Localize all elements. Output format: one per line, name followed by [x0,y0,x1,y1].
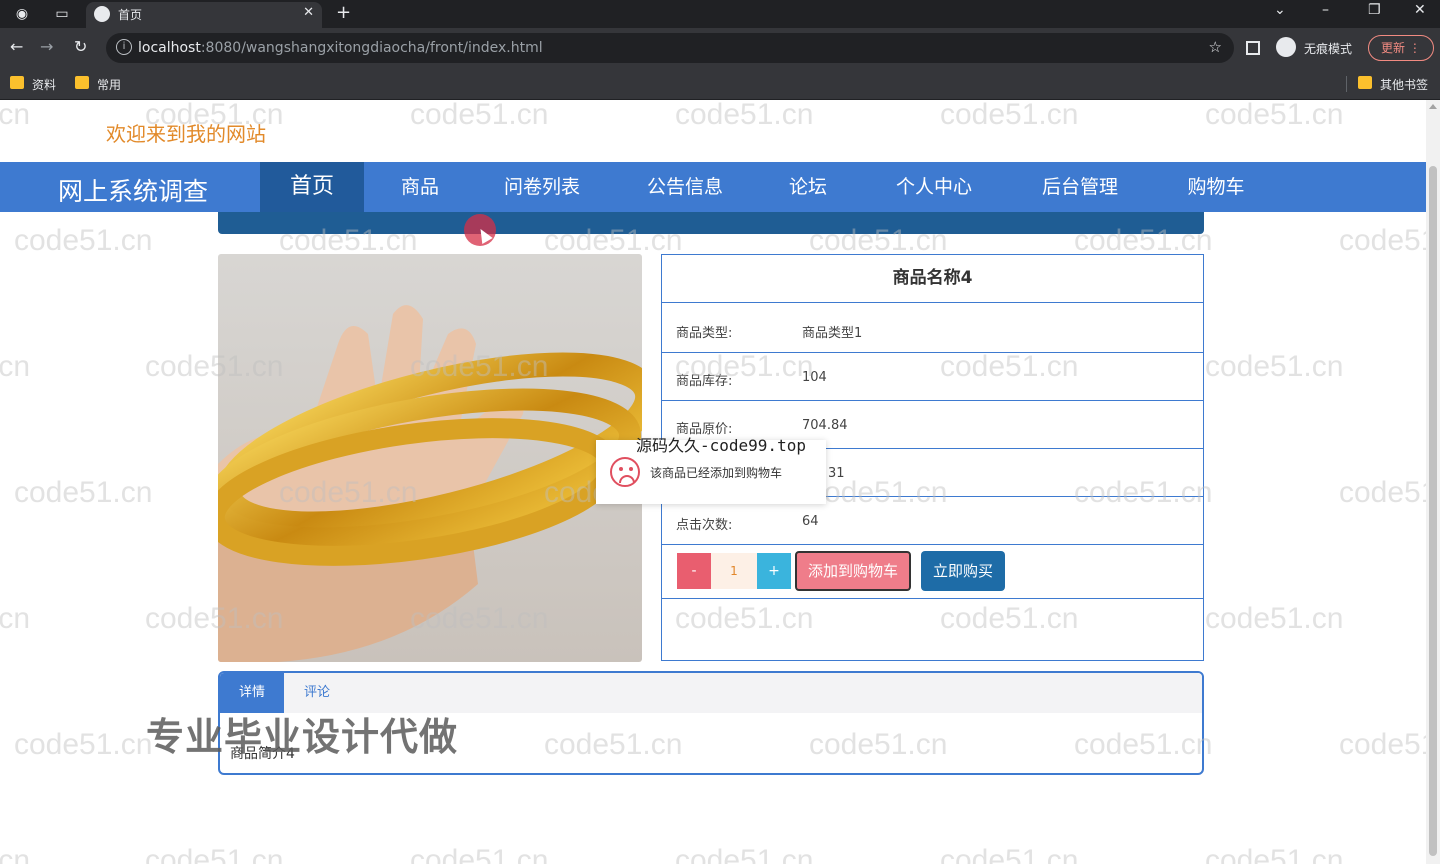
watermark: code51.cn [1205,350,1344,383]
bookmark-label: 资料 [32,78,57,92]
info-row-clicks: 点击次数: 64 [662,497,1203,545]
watermark: .cn [0,350,31,383]
close-tab-icon[interactable]: ✕ [303,5,314,20]
bookmark-separator [1346,76,1347,92]
watermark: code51.cn [1205,100,1344,131]
watermark: code51.cn [1339,476,1426,509]
tab-title: 首页 [118,8,143,22]
info-label: 点击次数: [676,518,733,533]
promo-overlay-text: 专业毕业设计代做 [146,715,459,759]
folder-icon [75,76,89,89]
nav-forum[interactable]: 论坛 [778,162,838,212]
bookmark-folder-ziliao[interactable]: 资料 [10,76,56,93]
quantity-increase-button[interactable]: + [757,553,791,589]
tab-search-icon[interactable]: ▭ [52,4,72,24]
update-label: 更新 [1381,41,1406,55]
sad-face-icon [610,457,640,487]
info-label: 商品类型: [676,326,733,341]
new-tab-button[interactable]: + [336,2,351,23]
overlay-watermark-text: 源码久久-code99.top [636,436,806,455]
scrollbar-thumb[interactable] [1429,166,1437,856]
side-panel-icon[interactable] [1246,41,1260,55]
scroll-up-arrow-icon[interactable] [1429,104,1437,109]
buy-now-button[interactable]: 立即购买 [921,551,1005,591]
folder-icon [10,76,24,89]
watermark: code51.cn [410,844,549,864]
bookmark-folder-changyong[interactable]: 常用 [75,76,121,93]
watermark: code51.cn [145,844,284,864]
restore-button[interactable]: ❐ [1368,2,1381,18]
nav-cart[interactable]: 购物车 [1176,162,1256,212]
url-path: :8080/wangshangxitongdiaocha/front/index… [200,40,543,56]
product-name: 商品名称4 [662,255,1203,303]
info-value: 704.84 [802,418,848,433]
address-bar[interactable]: i localhost:8080/wangshangxitongdiaocha/… [106,33,1234,63]
watermark: code51.cn [410,100,549,131]
watermark: code51.cn [14,224,153,257]
bookmarks-bar: 资料 常用 其他书签 [0,68,1440,100]
add-to-cart-button[interactable]: 添加到购物车 [795,551,911,591]
watermark: code51.cn [14,728,153,761]
info-value: 31 [828,466,845,481]
browser-tabbar: ◉ ▭ 首页 ✕ + ⌄ – ❐ ✕ [0,0,1440,28]
forward-button[interactable]: → [40,37,53,56]
watermark: code51.cn [675,100,814,131]
action-row: - 1 + 添加到购物车 立即购买 [662,545,1203,599]
info-label: 商品库存: [676,374,733,389]
product-image [218,254,642,662]
other-bookmarks-label: 其他书签 [1380,78,1429,92]
watermark: .cn [0,602,31,635]
browser-toolbar: ← → ↻ i localhost:8080/wangshangxitongdi… [0,28,1440,68]
folder-icon [1358,76,1372,89]
back-button[interactable]: ← [10,37,23,56]
nav-notices[interactable]: 公告信息 [634,162,736,212]
watermark: code51.cn [940,844,1079,864]
tab-list-chevron-icon[interactable]: ⌄ [1274,2,1286,18]
nav-admin[interactable]: 后台管理 [1030,162,1130,212]
other-bookmarks[interactable]: 其他书签 [1358,76,1428,93]
watermark: code51.cn [1339,224,1426,257]
watermark: code51.cn [1205,602,1344,635]
nav-profile[interactable]: 个人中心 [884,162,984,212]
watermark: code51.cn [940,100,1079,131]
nav-products[interactable]: 商品 [380,162,460,212]
nav-home[interactable]: 首页 [260,162,364,212]
toast-text: 该商品已经添加到购物车 [650,466,783,480]
watermark: .cn [0,844,31,864]
info-row-type: 商品类型: 商品类型1 [662,305,1203,353]
nav-surveys[interactable]: 问卷列表 [492,162,592,212]
bookmark-star-icon[interactable]: ☆ [1209,38,1222,56]
bookmark-label: 常用 [97,78,122,92]
site-brand[interactable]: 网上系统调查 [58,172,208,208]
globe-icon [94,6,110,22]
minimize-button[interactable]: – [1322,2,1329,18]
nav-subbar [218,212,1204,234]
url-host: localhost [138,40,201,56]
bangle-photo [218,254,642,662]
close-window-button[interactable]: ✕ [1414,2,1426,18]
watermark: code51.cn [675,844,814,864]
browser-tab[interactable]: 首页 ✕ [86,2,322,28]
reload-button[interactable]: ↻ [74,37,87,56]
update-button[interactable]: 更新 ⋮ [1368,35,1434,61]
info-value: 64 [802,514,819,529]
info-value: 商品类型1 [802,326,863,341]
quantity-input[interactable]: 1 [711,553,757,589]
quantity-decrease-button[interactable]: - [677,553,711,589]
watermark: .cn [0,100,31,131]
watermark: code51.cn [1339,728,1426,761]
watermark: code51.cn [14,476,153,509]
page-scrollbar[interactable] [1426,100,1440,864]
main-navbar: 网上系统调查 首页 商品 问卷列表 公告信息 论坛 个人中心 后台管理 购物车 [0,162,1426,212]
info-row-stock: 商品库存: 104 [662,353,1203,401]
site-info-icon[interactable]: i [116,39,132,55]
incognito-icon [1276,37,1296,57]
page-viewport: .cn code51.cn code51.cn code51.cn code51… [0,100,1426,864]
info-value: 104 [802,370,827,385]
incognito-label: 无痕模式 [1304,42,1353,56]
welcome-text: 欢迎来到我的网站 [106,122,266,146]
watermark: code51.cn [1205,844,1344,864]
browser-menu-icon[interactable]: ◉ [12,4,32,24]
